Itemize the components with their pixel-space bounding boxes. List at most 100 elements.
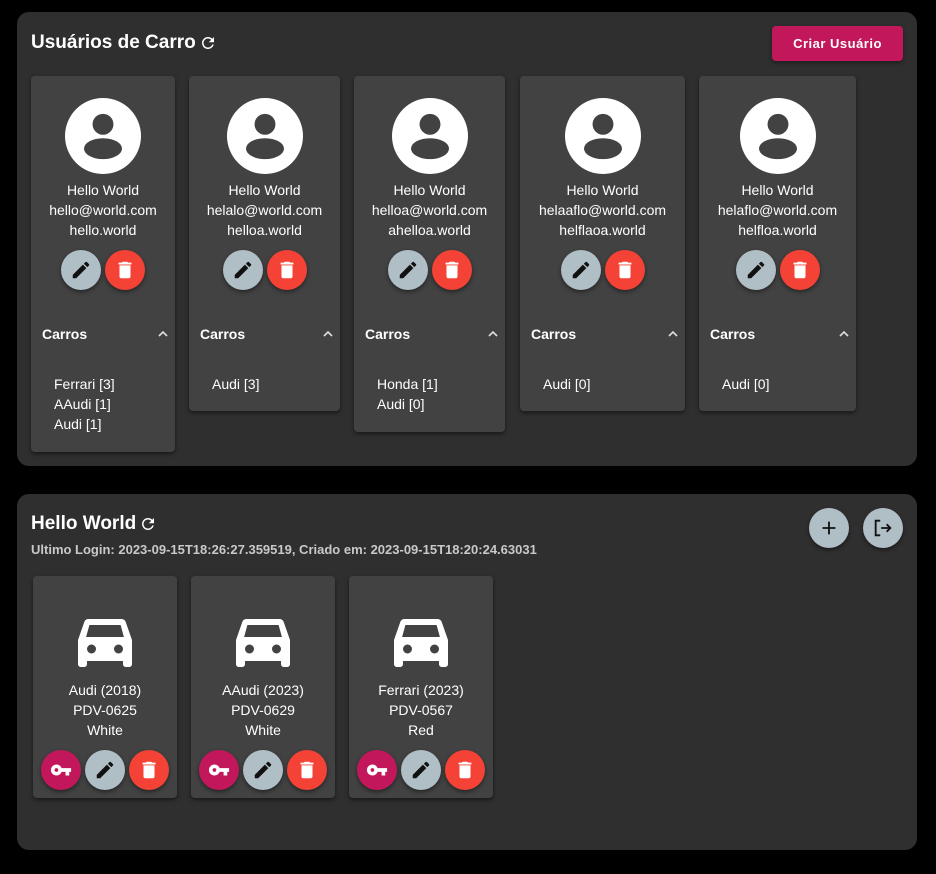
user-login: helflaoa.world — [559, 222, 646, 238]
trash-icon — [142, 761, 156, 779]
cars-label: Carros — [531, 326, 577, 342]
account-circle-icon — [739, 98, 816, 174]
delete-car-button[interactable] — [129, 750, 169, 790]
car-list-item: Audi [0] — [543, 376, 591, 392]
delete-car-button[interactable] — [445, 750, 485, 790]
user-detail-title: Hello World — [31, 513, 157, 535]
edit-user-button[interactable] — [560, 250, 601, 290]
chevron-up-icon — [158, 330, 168, 337]
user-name: Hello World — [393, 182, 466, 198]
trash-icon — [118, 261, 132, 279]
account-circle-icon — [564, 98, 641, 174]
cars-label: Carros — [200, 326, 246, 342]
user-login: helfloa.world — [738, 222, 817, 238]
pencil-icon — [399, 261, 416, 279]
car-model: Audi (2018) — [68, 682, 142, 698]
edit-user-button[interactable] — [222, 250, 263, 290]
edit-user-button[interactable] — [735, 250, 776, 290]
user-email: helaflo@world.com — [717, 202, 838, 218]
edit-car-button[interactable] — [243, 750, 283, 790]
car-card: Audi (2018) PDV-0625 White — [33, 576, 177, 798]
users-panel-title: Usuários de Carro — [31, 32, 217, 54]
key-icon — [50, 764, 72, 776]
user-email: helalo@world.com — [206, 202, 323, 218]
pencil-icon — [747, 261, 764, 279]
refresh-icon[interactable] — [199, 34, 217, 52]
cars-accordion-header[interactable]: Carros — [189, 326, 340, 346]
car-color: White — [245, 722, 281, 738]
car-list-item: Audi [0] — [722, 376, 770, 392]
users-panel: Usuários de Carro Criar Usuário Hello Wo… — [17, 12, 917, 466]
account-circle-icon — [391, 98, 468, 174]
trash-icon — [445, 261, 458, 279]
user-login: hello.world — [69, 222, 137, 238]
cars-accordion-header[interactable]: Carros — [520, 326, 685, 346]
car-icon — [78, 619, 132, 667]
delete-user-button[interactable] — [604, 250, 645, 290]
car-list-item: Ferrari [3] — [54, 376, 115, 392]
user-email: helloa@world.com — [371, 202, 488, 218]
key-icon — [208, 764, 230, 776]
trash-icon — [280, 261, 293, 279]
refresh-icon[interactable] — [139, 515, 157, 533]
trash-icon — [458, 761, 472, 779]
user-name: Hello World — [741, 182, 814, 198]
edit-user-button[interactable] — [387, 250, 428, 290]
cars-label: Carros — [42, 326, 88, 342]
car-list-item: AAudi [1] — [54, 396, 111, 412]
account-circle-icon — [226, 98, 303, 174]
cars-label: Carros — [710, 326, 756, 342]
car-card: AAudi (2023) PDV-0629 White — [191, 576, 335, 798]
car-key-button[interactable] — [41, 750, 81, 790]
car-model: Ferrari (2023) — [378, 682, 464, 698]
user-card: Hello World hello@world.com hello.world Ca… — [31, 76, 175, 452]
user-name: Hello World — [566, 182, 639, 198]
cars-accordion-header[interactable]: Carros — [699, 326, 856, 346]
delete-user-button[interactable] — [779, 250, 820, 290]
trash-icon — [618, 261, 631, 279]
chevron-up-icon — [668, 330, 678, 337]
delete-user-button[interactable] — [266, 250, 307, 290]
create-user-button[interactable]: Criar Usuário — [772, 26, 903, 61]
add-car-button[interactable] — [809, 508, 849, 548]
car-key-button[interactable] — [199, 750, 239, 790]
delete-user-button[interactable] — [105, 250, 145, 290]
edit-car-button[interactable] — [401, 750, 441, 790]
car-plate: PDV-0567 — [389, 702, 453, 718]
user-email: helaaflo@world.com — [538, 202, 667, 218]
delete-car-button[interactable] — [287, 750, 327, 790]
car-list-item: Audi [3] — [212, 376, 260, 392]
car-list-item: Audi [1] — [54, 416, 102, 432]
user-name: Hello World — [66, 182, 140, 198]
car-plate: PDV-0629 — [231, 702, 295, 718]
pencil-icon — [96, 761, 114, 779]
car-key-button[interactable] — [357, 750, 397, 790]
car-plate: PDV-0625 — [73, 702, 137, 718]
car-list-item: Audi [0] — [377, 396, 425, 412]
pencil-icon — [412, 761, 430, 779]
delete-user-button[interactable] — [431, 250, 472, 290]
trash-icon — [300, 761, 314, 779]
car-icon — [394, 619, 448, 667]
plus-icon — [822, 521, 836, 535]
chevron-up-icon — [839, 330, 849, 337]
user-card: Hello World helalo@world.com helloa.world … — [189, 76, 340, 411]
cars-accordion-header[interactable]: Carros — [31, 326, 175, 346]
cars-accordion-header[interactable]: Carros — [354, 326, 505, 346]
user-detail-panel: Hello World Ultimo Login: 2023-09-15T18:… — [17, 494, 917, 850]
chevron-up-icon — [488, 330, 498, 337]
user-card: Hello World helaflo@world.com helfloa.worl… — [699, 76, 856, 411]
car-color: Red — [408, 722, 434, 738]
login-info: Ultimo Login: 2023-09-15T18:26:27.359519… — [31, 542, 537, 557]
key-icon — [366, 764, 388, 776]
user-card: Hello World helloa@world.com ahelloa.world… — [354, 76, 505, 432]
edit-user-button[interactable] — [61, 250, 101, 290]
logout-icon — [874, 519, 892, 537]
user-card: Hello World helaaflo@world.com helflaoa.wo… — [520, 76, 685, 411]
users-title-text: Usuários de Carro — [31, 32, 196, 53]
pencil-icon — [72, 261, 90, 279]
logout-button[interactable] — [863, 508, 903, 548]
car-color: White — [87, 722, 123, 738]
edit-car-button[interactable] — [85, 750, 125, 790]
pencil-icon — [234, 261, 251, 279]
